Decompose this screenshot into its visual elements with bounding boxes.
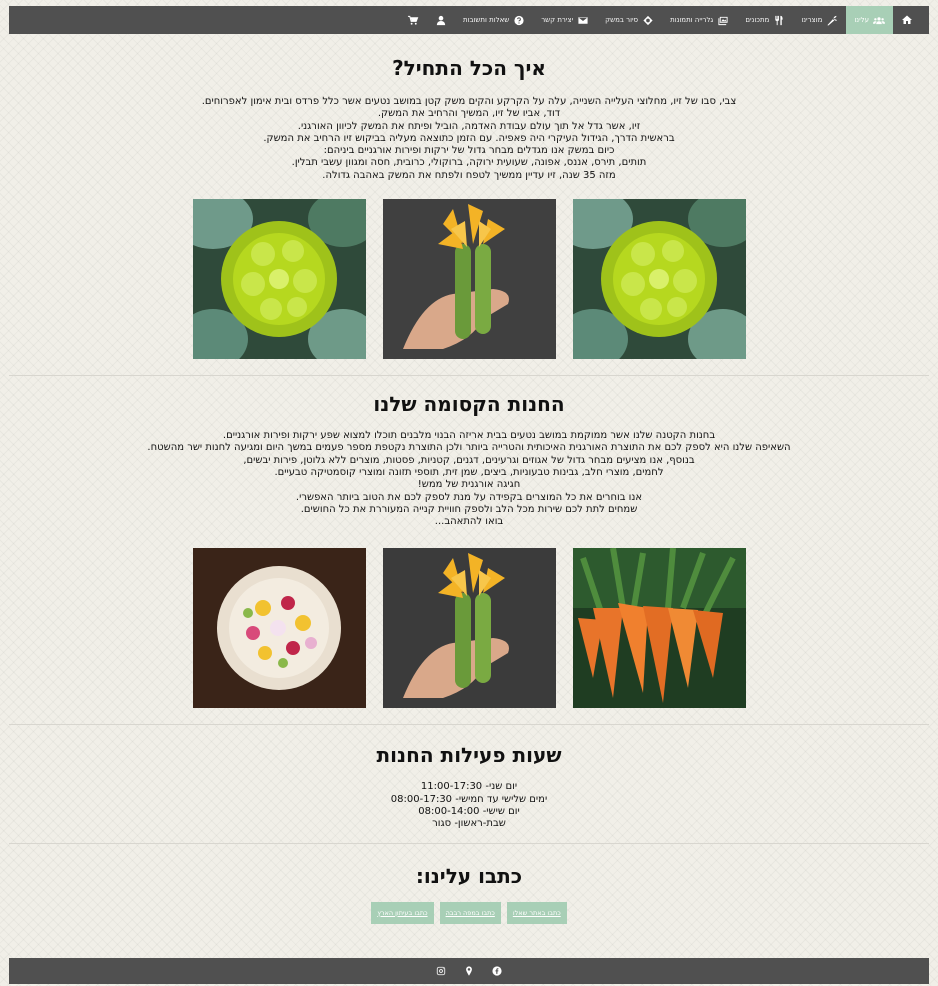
- nav-item-contact[interactable]: יצירת קשר: [533, 6, 597, 34]
- user-icon: [435, 15, 447, 26]
- about-line: מזה 35 שנה, זיו עדיין ממשיך לטפח ולפתח א…: [322, 169, 616, 181]
- nav-item-gallery[interactable]: גלרייה ותמונות: [662, 6, 737, 34]
- romanesco-photo: [572, 199, 746, 360]
- instagram-icon[interactable]: [436, 966, 446, 976]
- hours-line: ימים שלישי עד חמישי- 08:00-17:30: [390, 793, 548, 805]
- page-frame: עלינו מוצרינו מתכונים גלרייה ותמונות סיו…: [9, 6, 929, 984]
- shop-line: אנו בוחרים את כל המוצרים בקפידה על מנת ל…: [295, 491, 643, 503]
- contact-title: כתבו עלינו:: [415, 863, 523, 888]
- about-title: איך הכל התחיל?: [392, 56, 546, 80]
- tag-icon: [642, 15, 654, 26]
- hours-line: שבת-ראשון- סגור: [432, 818, 506, 830]
- contact-buttons: כתבו באתר שאלו כתבו במפה רבבה כתבו בעיתו…: [9, 901, 929, 924]
- shop-text: בחנות הקטנה שלנו אשר ממוקמת במושב נטעים …: [9, 430, 929, 528]
- nav-item-tour-label: סיור במשק: [605, 16, 639, 24]
- shop-line: שמחים לתת לכם שירות מכל הלב ולספק חוויית…: [300, 503, 638, 515]
- shop-title: החנות הקסומה שלנו: [373, 392, 565, 417]
- contact-section: כתבו עלינו: כתבו באתר שאלו כתבו במפה רבב…: [9, 844, 929, 924]
- zucchini-photo-2: [382, 548, 556, 709]
- question-icon: [513, 15, 525, 26]
- shop-section: החנות הקסומה שלנו בחנות הקטנה שלנו אשר מ…: [9, 376, 929, 709]
- footer: [9, 958, 929, 984]
- nav-item-about-label: עלינו: [854, 16, 869, 24]
- nav-home[interactable]: [893, 6, 921, 34]
- nav-item-gallery-label: גלרייה ותמונות: [670, 16, 714, 24]
- nav-item-faq[interactable]: שאלות ותשובות: [455, 6, 533, 34]
- top-navbar: עלינו מוצרינו מתכונים גלרייה ותמונות סיו…: [9, 6, 929, 34]
- about-line: דוד, אביו של זיו, המשיך והרחיב את המשק.: [377, 108, 561, 120]
- nav-item-contact-label: יצירת קשר: [541, 16, 574, 24]
- write-us-button-1[interactable]: כתבו באתר שאלו: [506, 901, 567, 924]
- hours-text: יום שני- 11:00-17:30 ימים שלישי עד חמישי…: [9, 781, 929, 830]
- nav-item-recipes-label: מתכונים: [745, 16, 770, 24]
- envelope-icon: [577, 15, 589, 26]
- salad-plate-photo: [192, 548, 366, 709]
- shop-line: בנוסף, אנו מציעים מבחר גדול של אגוזים וג…: [243, 454, 695, 466]
- carrot-icon: [826, 15, 838, 26]
- cart-icon: [407, 15, 419, 26]
- shop-line: השאיפה שלנו היא לספק לכם את התוצרת האורג…: [147, 442, 791, 454]
- location-pin-icon[interactable]: [464, 966, 474, 976]
- about-line: צבי, סבו של זיו, מחלוצי העלייה השנייה, ע…: [201, 96, 737, 107]
- photo-icon: [717, 15, 729, 26]
- about-photos: [9, 199, 929, 360]
- nav-item-products-label: מוצרינו: [801, 16, 823, 24]
- shop-line: לחמים, מוצרי חלב, גבינות טבעוניות, ביצים…: [274, 466, 664, 478]
- write-us-button-2[interactable]: כתבו במפה רבבה: [439, 901, 501, 924]
- about-line: כיום במשק אנו מגדלים מבחר גדול של ירקות …: [323, 145, 615, 157]
- nav-cart[interactable]: [399, 6, 427, 34]
- utensils-icon: [773, 15, 785, 26]
- shop-line: חגיגה אורגנית של ממש!: [417, 479, 521, 491]
- about-section: איך הכל התחיל? צבי, סבו של זיו, מחלוצי ה…: [9, 34, 929, 360]
- nav-item-faq-label: שאלות ותשובות: [462, 16, 510, 24]
- nav-item-recipes[interactable]: מתכונים: [737, 6, 793, 34]
- shop-line: בואו להתאהב...: [434, 516, 504, 528]
- users-icon: [873, 15, 885, 26]
- about-text: צבי, סבו של זיו, מחלוצי העלייה השנייה, ע…: [9, 96, 929, 182]
- zucchini-photo: [382, 199, 556, 360]
- hours-title: שעות פעילות החנות: [376, 743, 562, 768]
- write-us-button-3[interactable]: כתבו בעיתון הארץ: [371, 901, 434, 924]
- shop-photos: [9, 548, 929, 709]
- about-line: תותים, תירס, אננס, אפונה, שעועית ירוקה, …: [291, 157, 647, 169]
- hours-section: שעות פעילות החנות יום שני- 11:00-17:30 י…: [9, 725, 929, 830]
- hours-line: יום שישי- 08:00-14:00: [418, 806, 520, 818]
- nav-user[interactable]: [427, 6, 455, 34]
- facebook-icon[interactable]: [492, 966, 502, 976]
- romanesco-photo-2: [192, 199, 366, 360]
- about-line: זיו, אשר גדל אל תוך עולם עבודת האדמה, הו…: [297, 120, 641, 132]
- hours-line: יום שני- 11:00-17:30: [420, 781, 518, 793]
- nav-item-tour[interactable]: סיור במשק: [597, 6, 662, 34]
- carrots-photo: [572, 548, 746, 709]
- about-line: בראשית הדרך, הגידול העיקרי היה פאפיה. עם…: [263, 132, 675, 144]
- nav-item-about[interactable]: עלינו: [846, 6, 893, 34]
- shop-line: בחנות הקטנה שלנו אשר ממוקמת במושב נטעים …: [222, 430, 716, 442]
- nav-item-products[interactable]: מוצרינו: [793, 6, 846, 34]
- home-icon: [901, 14, 913, 26]
